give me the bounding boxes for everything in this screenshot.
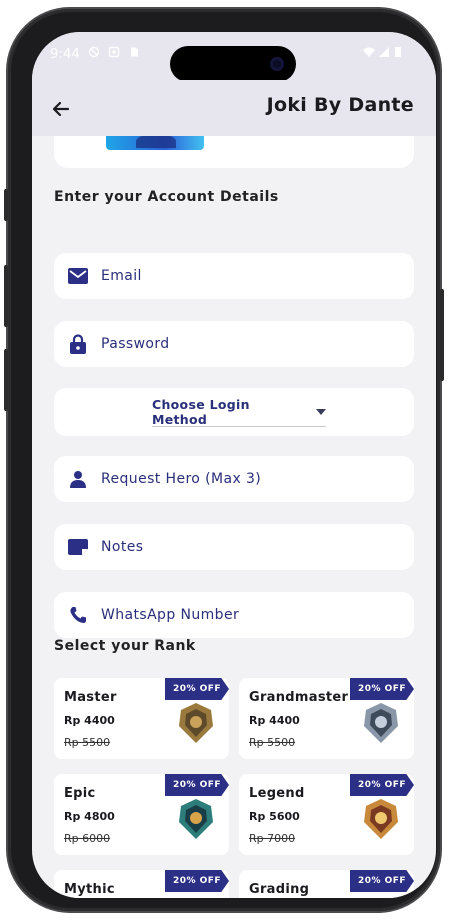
arrow-left-icon xyxy=(52,101,70,117)
rank-price: Rp 4800 xyxy=(64,810,115,823)
discount-badge: 20% OFF xyxy=(350,774,414,796)
note-icon xyxy=(67,536,89,558)
email-field-container[interactable] xyxy=(54,253,414,299)
rank-name: Legend xyxy=(249,786,305,801)
wifi-icon xyxy=(363,47,375,57)
battery-icon xyxy=(395,47,401,57)
sd-card-icon xyxy=(131,47,138,57)
status-time: 9:44 xyxy=(50,47,80,62)
rank-price: Rp 5600 xyxy=(249,810,300,823)
hero-field-container[interactable] xyxy=(54,456,414,502)
signal-icon xyxy=(379,47,389,57)
envelope-icon xyxy=(67,265,89,287)
banner-image xyxy=(106,136,204,150)
login-method-label: Choose Login Method xyxy=(152,396,250,427)
photo-icon xyxy=(108,46,120,58)
action-button xyxy=(4,189,8,221)
login-method-dropdown[interactable]: Choose Login Method xyxy=(152,397,326,427)
rank-card-grandmaster[interactable]: 20% OFF Grandmaster Rp 4400 Rp 5500 xyxy=(239,678,414,759)
phone-frame: 9:44 Joki By Dante Enter your Account De xyxy=(4,9,444,911)
request-hero-field[interactable] xyxy=(101,471,381,487)
rank-name: Epic xyxy=(64,786,96,801)
grandmaster-emblem-icon xyxy=(364,703,398,743)
rank-name: Grandmaster xyxy=(249,690,349,705)
password-field[interactable] xyxy=(101,336,381,352)
notes-field[interactable] xyxy=(101,539,381,555)
app-bar: Joki By Dante xyxy=(32,80,436,136)
rank-card-grading[interactable]: 20% OFF Grading xyxy=(239,870,414,898)
discount-badge: 20% OFF xyxy=(165,774,229,796)
power-button xyxy=(440,289,444,381)
rank-old-price: Rp 5500 xyxy=(64,736,111,749)
discount-badge: 20% OFF xyxy=(165,870,229,892)
banner-card xyxy=(54,136,414,168)
rank-old-price: Rp 6000 xyxy=(64,832,111,845)
status-bar: 9:44 xyxy=(32,32,436,82)
caret-down-icon xyxy=(316,408,326,415)
volume-up-button xyxy=(4,265,8,327)
whatsapp-field-container[interactable] xyxy=(54,592,414,638)
rank-card-master[interactable]: 20% OFF Master Rp 4400 Rp 5500 xyxy=(54,678,229,759)
epic-emblem-icon xyxy=(179,799,213,839)
discount-badge: 20% OFF xyxy=(350,870,414,892)
vpn-icon xyxy=(88,46,100,58)
legend-emblem-icon xyxy=(364,799,398,839)
page-title: Joki By Dante xyxy=(266,94,414,116)
email-field[interactable] xyxy=(101,268,381,284)
lock-icon xyxy=(67,333,89,355)
rank-name: Grading xyxy=(249,882,310,897)
camera xyxy=(270,57,284,71)
person-icon xyxy=(67,468,89,490)
rank-card-legend[interactable]: 20% OFF Legend Rp 5600 Rp 7000 xyxy=(239,774,414,855)
rank-section-title: Select your Rank xyxy=(54,638,196,654)
rank-price: Rp 4400 xyxy=(249,714,300,727)
discount-badge: 20% OFF xyxy=(165,678,229,700)
master-emblem-icon xyxy=(179,703,213,743)
rank-card-epic[interactable]: 20% OFF Epic Rp 4800 Rp 6000 xyxy=(54,774,229,855)
password-field-container[interactable] xyxy=(54,321,414,367)
account-section-title: Enter your Account Details xyxy=(54,189,279,205)
back-button[interactable] xyxy=(46,94,76,124)
rank-name: Master xyxy=(64,690,117,705)
rank-old-price: Rp 5500 xyxy=(249,736,296,749)
phone-icon xyxy=(67,604,89,626)
notes-field-container[interactable] xyxy=(54,524,414,570)
main-content: Enter your Account Details Choose Login … xyxy=(32,136,436,898)
rank-price: Rp 4400 xyxy=(64,714,115,727)
screen: 9:44 Joki By Dante Enter your Account De xyxy=(32,32,436,898)
volume-down-button xyxy=(4,349,8,411)
rank-name: Mythic xyxy=(64,882,115,897)
login-method-card: Choose Login Method xyxy=(54,388,414,436)
rank-old-price: Rp 7000 xyxy=(249,832,296,845)
dynamic-island xyxy=(170,46,296,82)
whatsapp-field[interactable] xyxy=(101,607,381,623)
discount-badge: 20% OFF xyxy=(350,678,414,700)
rank-card-mythic[interactable]: 20% OFF Mythic xyxy=(54,870,229,898)
